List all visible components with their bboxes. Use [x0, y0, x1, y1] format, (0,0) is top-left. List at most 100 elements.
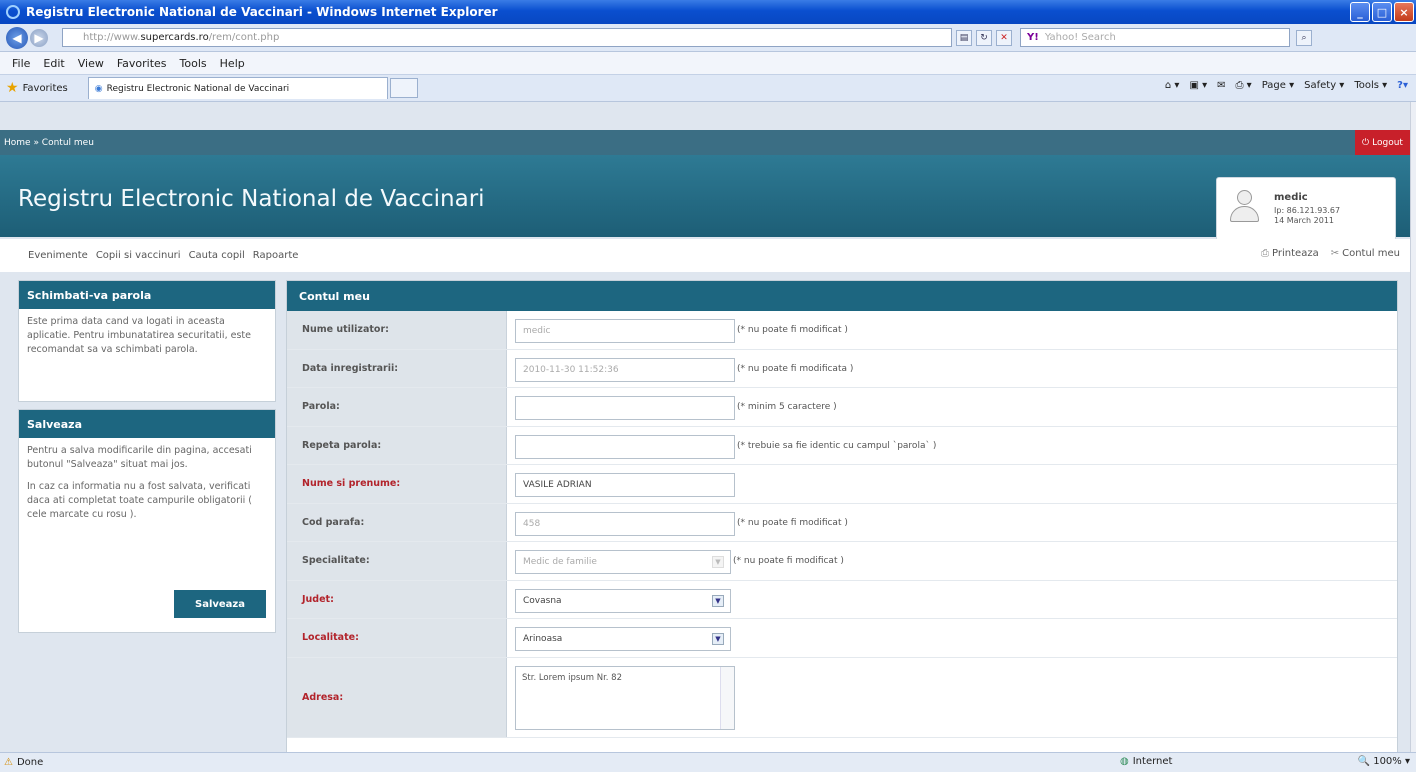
- print-icon[interactable]: ⎙ ▾: [1236, 80, 1252, 91]
- mail-icon[interactable]: ✉: [1217, 80, 1225, 91]
- city-label: Localitate:: [287, 619, 507, 657]
- home-icon[interactable]: ⌂ ▾: [1165, 80, 1180, 91]
- user-ip: Ip: 86.121.93.67: [1274, 206, 1341, 215]
- code-field: 458: [515, 511, 735, 536]
- close-button[interactable]: ×: [1394, 2, 1414, 22]
- fullname-field[interactable]: VASILE ADRIAN: [515, 473, 735, 497]
- stop-icon[interactable]: ✕: [996, 29, 1012, 46]
- city-value: Arinoasa: [523, 634, 563, 644]
- username-field: medic: [515, 319, 735, 343]
- menu-favorites[interactable]: Favorites: [117, 57, 167, 70]
- chevron-down-icon[interactable]: ▼: [712, 633, 724, 645]
- save-button[interactable]: Salveaza: [174, 590, 266, 618]
- repeat-password-field[interactable]: [515, 434, 735, 459]
- nav-print[interactable]: ⎙ Printeaza: [1261, 248, 1319, 259]
- favorites-button[interactable]: ★ Favorites: [6, 80, 68, 96]
- compat-icon[interactable]: ▤: [956, 29, 972, 46]
- row-regdate: Data inregistrarii: 2010-11-30 11:52:36 …: [287, 349, 1397, 388]
- site-title: Registru Electronic National de Vaccinar…: [18, 186, 485, 212]
- safety-menu[interactable]: Safety ▾: [1304, 80, 1344, 91]
- save-panel: Salveaza Pentru a salva modificarile din…: [18, 409, 276, 633]
- window-titlebar: Registru Electronic National de Vaccinar…: [0, 0, 1416, 24]
- status-bar: ⚠ Done ◍ Internet 🔍 100% ▾: [0, 752, 1416, 772]
- code-label: Cod parafa:: [287, 503, 507, 541]
- new-tab-button[interactable]: [389, 78, 418, 98]
- nav-cauta-copil[interactable]: Cauta copil: [189, 250, 245, 261]
- textarea-scrollbar[interactable]: [720, 666, 734, 729]
- password-panel-text: Este prima data cand va logati in aceast…: [27, 316, 251, 355]
- maximize-button[interactable]: □: [1372, 2, 1392, 22]
- address-textarea[interactable]: Str. Lorem ipsum Nr. 82: [515, 665, 735, 730]
- save-panel-text1: Pentru a salva modificarile din pagina, …: [27, 445, 252, 470]
- menu-bar: File Edit View Favorites Tools Help: [0, 52, 1416, 74]
- repeat-note: (* trebuie sa fie identic cu campul `par…: [737, 440, 937, 451]
- tools-menu[interactable]: Tools ▾: [1354, 80, 1387, 91]
- user-name: medic: [1274, 192, 1308, 203]
- search-icon[interactable]: ⌕: [1296, 29, 1312, 46]
- star-icon: ★: [6, 80, 19, 96]
- address-label: Adresa:: [287, 657, 507, 737]
- safety-menu-label: Safety: [1304, 80, 1337, 91]
- printer-icon: ⎙: [1261, 248, 1270, 259]
- url-prefix: http://www.: [83, 32, 141, 43]
- warning-icon: ⚠: [4, 757, 13, 768]
- code-note: (* nu poate fi modificat ): [737, 517, 848, 528]
- menu-edit[interactable]: Edit: [43, 57, 64, 70]
- zoom-level: 100%: [1373, 756, 1402, 767]
- page-menu-label: Page: [1261, 80, 1286, 91]
- county-select[interactable]: Covasna ▼: [515, 588, 731, 613]
- zone-label: Internet: [1132, 756, 1173, 767]
- regdate-note: (* nu poate fi modificata ): [737, 363, 854, 374]
- menu-view[interactable]: View: [78, 57, 104, 70]
- security-zone: ◍ Internet: [1120, 756, 1172, 767]
- window-title: Registru Electronic National de Vaccinar…: [26, 5, 498, 19]
- address-value: Str. Lorem ipsum Nr. 82: [522, 672, 622, 683]
- browser-tab[interactable]: ◉ Registru Electronic National de Vaccin…: [87, 77, 388, 99]
- status-text: Done: [16, 757, 44, 768]
- back-icon[interactable]: ◀: [6, 26, 28, 49]
- chevron-down-icon[interactable]: ▼: [712, 594, 724, 607]
- save-panel-heading: Salveaza: [19, 410, 275, 438]
- password-field[interactable]: [515, 396, 735, 420]
- page-menu[interactable]: Page ▾: [1262, 80, 1294, 91]
- tab-title: Registru Electronic National de Vaccinar…: [106, 83, 290, 94]
- user-box: medic Ip: 86.121.93.67 14 March 2011: [1216, 177, 1396, 241]
- url-input[interactable]: http://www. supercards.ro/rem/cont.php: [62, 28, 952, 47]
- username-label: Nume utilizator:: [287, 311, 507, 349]
- specialty-note: (* nu poate fi modificat ): [733, 556, 844, 566]
- row-county: Judet: Covasna ▼: [287, 580, 1397, 619]
- row-city: Localitate: Arinoasa ▼: [287, 619, 1397, 658]
- menu-help[interactable]: Help: [220, 57, 245, 70]
- globe-icon: ◍: [1120, 756, 1129, 767]
- forward-icon[interactable]: ▶: [30, 28, 48, 47]
- row-fullname: Nume si prenume: VASILE ADRIAN: [287, 465, 1397, 504]
- minimize-button[interactable]: _: [1350, 2, 1370, 22]
- menu-tools[interactable]: Tools: [180, 57, 207, 70]
- tools-menu-label: Tools: [1354, 80, 1379, 91]
- address-bar: ◀ ▶ http://www. supercards.ro/rem/cont.ph…: [0, 24, 1416, 52]
- city-select[interactable]: Arinoasa ▼: [515, 627, 731, 651]
- search-input[interactable]: Y! Yahoo! Search: [1020, 28, 1290, 47]
- refresh-icon[interactable]: ↻: [976, 29, 992, 46]
- nav-print-label: Printeaza: [1272, 248, 1319, 259]
- logout-label: Logout: [1372, 137, 1403, 148]
- row-repeat: Repeta parola: (* trebuie sa fie identic…: [287, 426, 1397, 465]
- site-nav: Evenimente Copii si vaccinuri Cauta copi…: [0, 239, 1410, 272]
- nav-copii-vaccinuri[interactable]: Copii si vaccinuri: [96, 250, 181, 261]
- nav-account[interactable]: ✂ Contul meu: [1331, 248, 1400, 259]
- logout-button[interactable]: ⏻ Logout: [1355, 130, 1410, 155]
- row-specialty: Specialitate: Medic de familie ▼ (* nu p…: [287, 542, 1397, 581]
- address-tools: ▤ ↻ ✕: [956, 29, 1012, 46]
- menu-file[interactable]: File: [12, 57, 30, 70]
- power-icon: ⏻: [1362, 137, 1370, 148]
- password-panel-heading: Schimbati-va parola: [19, 281, 275, 309]
- help-icon[interactable]: ?▾: [1397, 80, 1408, 91]
- page-scrollbar[interactable]: [1410, 102, 1416, 752]
- feeds-icon[interactable]: ▣ ▾: [1189, 80, 1207, 91]
- row-address: Adresa: Str. Lorem ipsum Nr. 82: [287, 657, 1397, 738]
- form-heading: Contul meu: [287, 281, 1397, 311]
- breadcrumb[interactable]: Home » Contul meu: [4, 138, 94, 148]
- zoom-control[interactable]: 🔍 100% ▾: [1358, 756, 1410, 767]
- nav-rapoarte[interactable]: Rapoarte: [253, 250, 299, 261]
- nav-evenimente[interactable]: Evenimente: [28, 250, 88, 261]
